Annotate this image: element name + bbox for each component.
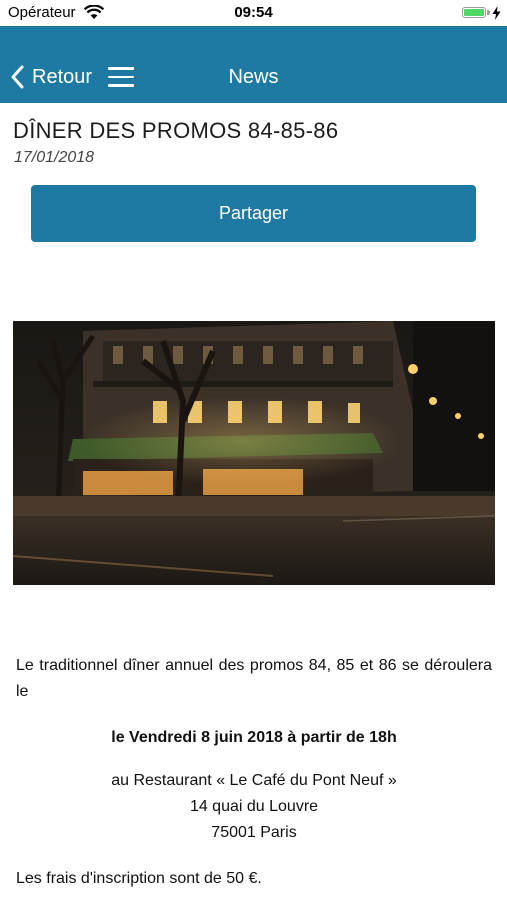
- event-date: le Vendredi 8 juin 2018 à partir de 18h: [111, 729, 397, 746]
- address-line-street: 14 quai du Louvre: [189, 798, 319, 815]
- address-line-venue: au Restaurant « Le Café du Pont Neuf »: [111, 772, 397, 789]
- battery-tip: [487, 10, 490, 15]
- article-date: 17/01/2018: [14, 149, 95, 166]
- article-intro: Le traditionnel dîner annuel des promos …: [16, 657, 492, 700]
- charging-bolt-icon: [492, 6, 501, 20]
- page-title: News: [228, 66, 279, 88]
- event-address: au Restaurant « Le Café du Pont Neuf » 1…: [16, 768, 492, 846]
- status-bar: Opérateur 09:54: [0, 0, 507, 26]
- address-line-city: 75001 Paris: [211, 824, 297, 841]
- article-photo: [13, 321, 495, 585]
- clock: 09:54: [234, 4, 273, 21]
- registration-fees: Les frais d'inscription sont de 50 €.: [16, 870, 262, 887]
- article-title: DÎNER DES PROMOS 84-85-86: [13, 118, 339, 143]
- share-button[interactable]: Partager: [31, 185, 476, 242]
- battery-icon: [462, 7, 486, 18]
- navigation-bar: Retour News: [0, 26, 507, 103]
